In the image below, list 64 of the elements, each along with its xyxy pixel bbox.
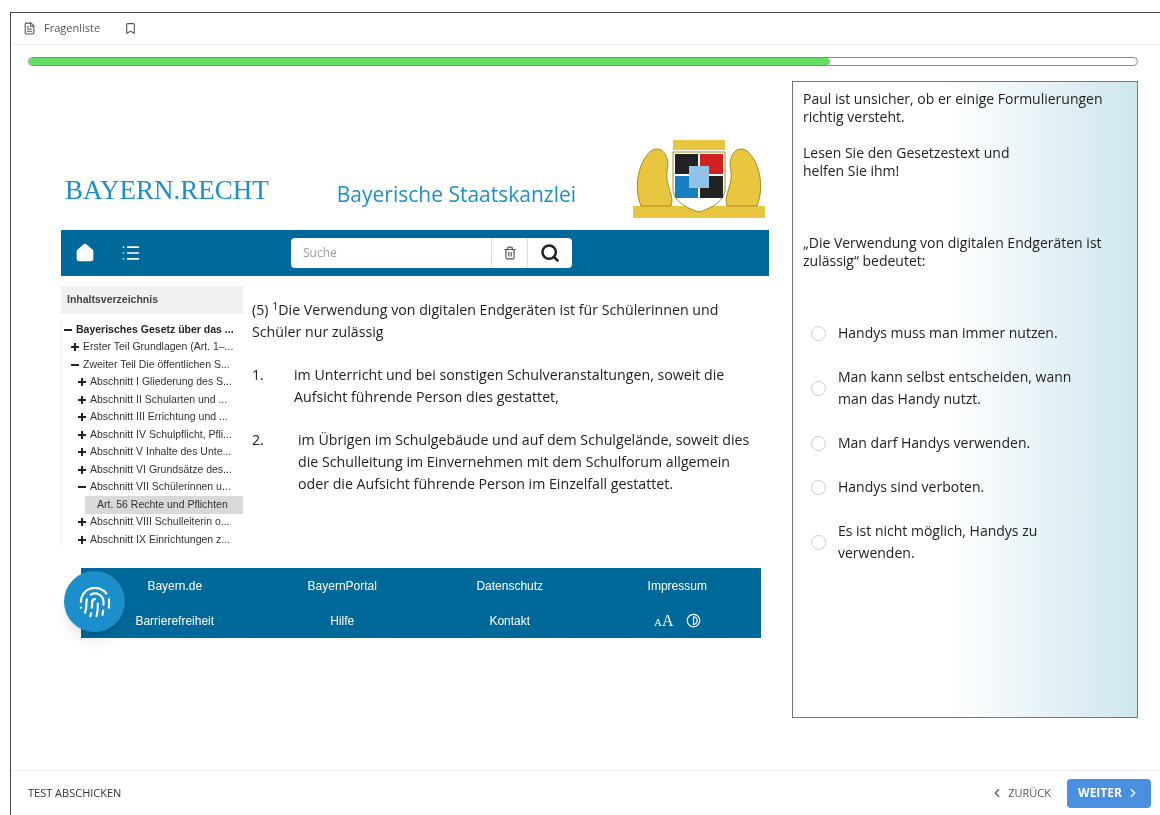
plus-icon[interactable]	[78, 518, 86, 527]
toc-item[interactable]: Abschnitt VI Grundsätze des...	[78, 461, 243, 479]
toc-item[interactable]: Abschnitt V Inhalte des Unte...	[78, 443, 243, 461]
toc-header: Inhaltsverzeichnis	[61, 286, 243, 314]
bookmark-button[interactable]	[124, 22, 138, 35]
footer-link[interactable]: Datenschutz	[476, 576, 544, 595]
list-number: 1.	[252, 364, 265, 386]
toc-item[interactable]: Art. 56 Rechte und Pflichten	[85, 496, 243, 514]
list-number: 2.	[252, 429, 265, 451]
submit-test-button[interactable]: TEST ABSCHICKEN	[28, 784, 122, 802]
radio-button[interactable]	[811, 534, 826, 550]
radio-button[interactable]	[811, 479, 826, 495]
search-icon[interactable]	[540, 243, 560, 263]
toc-item[interactable]: Zweiter Teil Die öffentlichen S...	[71, 356, 243, 374]
search-bar[interactable]: Suche	[291, 238, 572, 268]
toc-item[interactable]: Abschnitt IX Einrichtungen z...	[78, 531, 243, 546]
toc-item[interactable]: Abschnitt III Errichtung und ...	[78, 408, 243, 426]
footer-link[interactable]: Barrierefreiheit	[135, 611, 215, 630]
toc-item[interactable]: Abschnitt IV Schulpflicht, Pfli...	[78, 426, 243, 444]
plus-icon[interactable]	[78, 448, 86, 457]
home-icon[interactable]	[75, 243, 95, 263]
search-field[interactable]: Suche	[291, 244, 491, 262]
answer-option[interactable]: Es ist nicht möglich, Handys zu verwenden.	[811, 520, 1127, 564]
plus-icon[interactable]	[78, 430, 86, 439]
text-size-button[interactable]: AA	[654, 612, 674, 629]
radio-button[interactable]	[811, 380, 826, 396]
footer-link[interactable]: Hilfe	[330, 611, 355, 630]
toc-item[interactable]: Abschnitt VII Schülerinnen u...	[78, 478, 243, 496]
fingerprint-icon	[77, 584, 112, 619]
footer-link[interactable]: BayernPortal	[307, 576, 377, 595]
plus-icon[interactable]	[78, 413, 86, 422]
answer-option[interactable]: Man darf Handys verwenden.	[811, 432, 1127, 454]
plus-icon[interactable]	[78, 378, 86, 387]
radio-button[interactable]	[811, 325, 826, 341]
toc-item[interactable]: Bayerisches Gesetz über das ...	[64, 321, 243, 339]
task-instruction: helfen Sie ihm!	[803, 162, 901, 180]
brand-logo: BAYERN.RECHT	[65, 173, 269, 207]
plus-icon[interactable]	[78, 535, 86, 544]
agency-title: Bayerische Staatskanzlei	[336, 178, 577, 210]
radio-button[interactable]	[811, 435, 826, 451]
footer-link[interactable]: Bayern.de	[147, 576, 203, 595]
task-instruction: Lesen Sie den Gesetzestext und	[803, 144, 1011, 162]
plus-icon[interactable]	[78, 465, 86, 474]
toc-item[interactable]: Abschnitt I Gliederung des S...	[78, 373, 243, 391]
footer-link[interactable]: Impressum	[647, 576, 707, 595]
footer-link[interactable]: Kontakt	[489, 611, 531, 630]
plus-icon[interactable]	[71, 343, 79, 352]
question-list-button[interactable]: Fragenliste	[23, 20, 101, 37]
back-button[interactable]: ZURÜCK	[990, 784, 1051, 802]
toc-item[interactable]: Abschnitt VIII Schulleiterin o...	[78, 513, 243, 531]
question-text: „Die Verwendung von digitalen Endgeräten ist zulässig“ bedeutet:	[803, 234, 1103, 270]
toc-item[interactable]: Erster Teil Grundlagen (Art. 1–...	[71, 338, 243, 356]
trash-icon[interactable]	[502, 246, 517, 260]
answer-option[interactable]: Handys sind verboten.	[811, 476, 1127, 498]
bookmark-icon	[124, 22, 138, 35]
list-item-text: im Übrigen im Schulgebäude und auf dem Schulgelände, soweit dies die Schulleitung im Einvernehmen mit dem Schulforum allgemein oder die Aufsicht führende Person im Einzelfall gestattet.	[298, 429, 751, 495]
contrast-icon[interactable]	[685, 613, 701, 628]
list-item-text: im Unterricht und bei sonstigen Schulveranstaltungen, soweit die Aufsicht führende Person dies gestattet,	[294, 364, 726, 408]
answer-option[interactable]: Handys muss man immer nutzen.	[811, 322, 1127, 344]
task-intro: Paul ist unsicher, ob er einige Formulierungen richtig versteht.	[803, 90, 1104, 126]
plus-icon[interactable]	[78, 395, 86, 404]
answer-option[interactable]: Man kann selbst entscheiden, wann man das Handy nutzt.	[811, 366, 1127, 410]
law-paragraph: (5) $^{1}$Die Verwendung von digitalen Endgeräten ist für Schülerinnen und Schüler nur zulässig	[252, 299, 720, 343]
toc-item[interactable]: Abschnitt II Schularten und ...	[78, 391, 243, 409]
